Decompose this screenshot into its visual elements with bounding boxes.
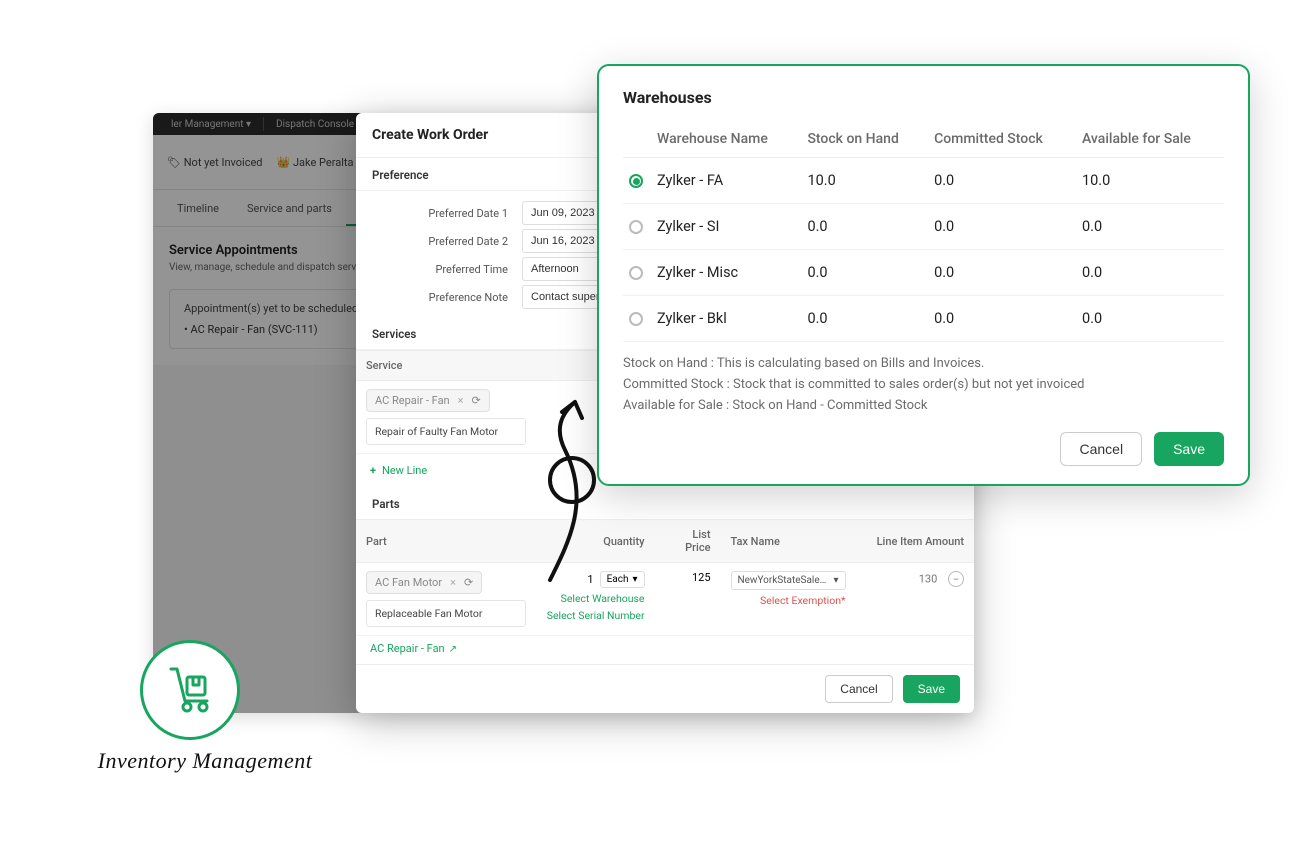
modal-footer: Cancel Save: [356, 664, 974, 713]
warehouse-committed: 0.0: [928, 204, 1076, 250]
warehouse-name: Zylker - SI: [651, 204, 801, 250]
warehouse-row[interactable]: Zylker - SI0.00.00.0: [623, 204, 1224, 250]
part-qty[interactable]: 1: [554, 573, 594, 586]
inventory-management-badge: Inventory Management: [120, 640, 340, 774]
parts-col-tax: Tax Name: [721, 520, 856, 563]
unit-dropdown[interactable]: Each ▾: [600, 571, 645, 588]
service-description[interactable]: Repair of Faulty Fan Motor: [366, 418, 526, 445]
wh-col-stock: Stock on Hand: [801, 121, 928, 158]
warehouse-name: Zylker - Misc: [651, 250, 801, 296]
warehouse-name: Zylker - FA: [651, 158, 801, 204]
warehouse-row[interactable]: Zylker - Bkl0.00.00.0: [623, 296, 1224, 342]
parts-col-qty: Quantity: [536, 520, 655, 563]
warehouse-committed: 0.0: [928, 250, 1076, 296]
service-chip[interactable]: AC Repair - Fan × ⟳: [366, 389, 490, 412]
chevron-down-icon: ▾: [834, 575, 839, 586]
section-parts: Parts: [356, 487, 974, 519]
associated-service: AC Repair - Fan↗: [356, 636, 974, 664]
parts-col-part: Part: [356, 520, 536, 563]
wh-cancel-button[interactable]: Cancel: [1060, 432, 1142, 466]
service-chip-label: AC Repair - Fan: [375, 394, 450, 407]
note-available-for-sale: Available for Sale : Stock on Hand - Com…: [623, 396, 1224, 417]
label-preferred-time: Preferred Time: [372, 263, 522, 276]
warehouse-radio[interactable]: [629, 220, 643, 234]
tax-dropdown[interactable]: NewYorkStateSalesTax ▾: [731, 571, 846, 590]
chevron-down-icon: ▾: [246, 119, 251, 130]
note-committed-stock: Committed Stock : Stock that is committe…: [623, 375, 1224, 396]
save-button[interactable]: Save: [903, 675, 960, 703]
select-serial-link[interactable]: Select Serial Number: [547, 609, 645, 622]
owner-user: 👑 Jake Peralta: [277, 156, 354, 169]
refresh-icon[interactable]: ⟳: [464, 576, 473, 589]
inventory-icon-circle: [140, 640, 240, 740]
warehouse-stock: 0.0: [801, 204, 928, 250]
warehouse-radio[interactable]: [629, 312, 643, 326]
part-row: AC Fan Motor × ⟳ Replaceable Fan Motor 1…: [356, 563, 974, 636]
tab-service-parts[interactable]: Service and parts: [233, 190, 346, 226]
part-chip-label: AC Fan Motor: [375, 576, 442, 589]
tab-timeline[interactable]: Timeline: [163, 190, 233, 226]
warehouses-table: Warehouse Name Stock on Hand Committed S…: [623, 121, 1224, 342]
warehouse-committed: 0.0: [928, 296, 1076, 342]
warehouse-available: 0.0: [1076, 250, 1224, 296]
chevron-down-icon: ▾: [632, 574, 637, 585]
warehouse-stock: 0.0: [801, 250, 928, 296]
warehouses-popover: Warehouses Warehouse Name Stock on Hand …: [597, 64, 1250, 486]
wh-col-committed: Committed Stock: [928, 121, 1076, 158]
label-preferred-date-1: Preferred Date 1: [372, 207, 522, 220]
warehouse-radio[interactable]: [629, 174, 643, 188]
status-not-invoiced: 🏷 Not yet Invoiced: [167, 156, 263, 169]
select-exemption-link[interactable]: Select Exemption*: [760, 594, 846, 607]
nav-tab-dispatch[interactable]: Dispatch Console: [266, 119, 364, 130]
part-description[interactable]: Replaceable Fan Motor: [366, 600, 526, 627]
warehouse-committed: 0.0: [928, 158, 1076, 204]
select-warehouse-link[interactable]: Select Warehouse: [561, 592, 645, 605]
wh-save-button[interactable]: Save: [1154, 432, 1224, 466]
remove-icon[interactable]: ×: [450, 576, 456, 589]
part-list-price[interactable]: 125: [655, 563, 721, 636]
label-preference-note: Preference Note: [372, 291, 522, 304]
divider: [263, 117, 264, 131]
label-preferred-date-2: Preferred Date 2: [372, 235, 522, 248]
line-item-amount: 130: [919, 573, 938, 586]
warehouse-stock: 10.0: [801, 158, 928, 204]
warehouse-available: 0.0: [1076, 204, 1224, 250]
warehouse-available: 0.0: [1076, 296, 1224, 342]
warehouse-name: Zylker - Bkl: [651, 296, 801, 342]
hand-truck-icon: [163, 663, 217, 717]
wh-col-available: Available for Sale: [1076, 121, 1224, 158]
warehouse-row[interactable]: Zylker - Misc0.00.00.0: [623, 250, 1224, 296]
parts-col-amount: Line Item Amount: [856, 520, 974, 563]
nav-tab-management[interactable]: ler Management ▾: [161, 119, 261, 130]
inventory-label: Inventory Management: [70, 748, 340, 774]
refresh-icon[interactable]: ⟳: [472, 394, 481, 407]
parts-col-list: List Price: [655, 520, 721, 563]
warehouses-title: Warehouses: [623, 88, 1224, 107]
delete-line-icon[interactable]: −: [948, 571, 964, 587]
warehouse-available: 10.0: [1076, 158, 1224, 204]
warehouse-stock: 0.0: [801, 296, 928, 342]
wh-col-name: Warehouse Name: [651, 121, 801, 158]
cancel-button[interactable]: Cancel: [825, 675, 892, 703]
part-chip[interactable]: AC Fan Motor × ⟳: [366, 571, 482, 594]
warehouse-row[interactable]: Zylker - FA10.00.010.0: [623, 158, 1224, 204]
remove-icon[interactable]: ×: [458, 394, 464, 407]
parts-table: Part Quantity List Price Tax Name Line I…: [356, 519, 974, 636]
note-stock-on-hand: Stock on Hand : This is calculating base…: [623, 354, 1224, 375]
wh-col-select: [623, 121, 651, 158]
warehouses-footer: Cancel Save: [623, 432, 1224, 466]
warehouses-notes: Stock on Hand : This is calculating base…: [623, 354, 1224, 416]
external-link-icon: ↗: [449, 644, 457, 655]
plus-icon: +: [370, 464, 376, 477]
warehouse-radio[interactable]: [629, 266, 643, 280]
associated-service-link[interactable]: AC Repair - Fan↗: [370, 642, 457, 655]
